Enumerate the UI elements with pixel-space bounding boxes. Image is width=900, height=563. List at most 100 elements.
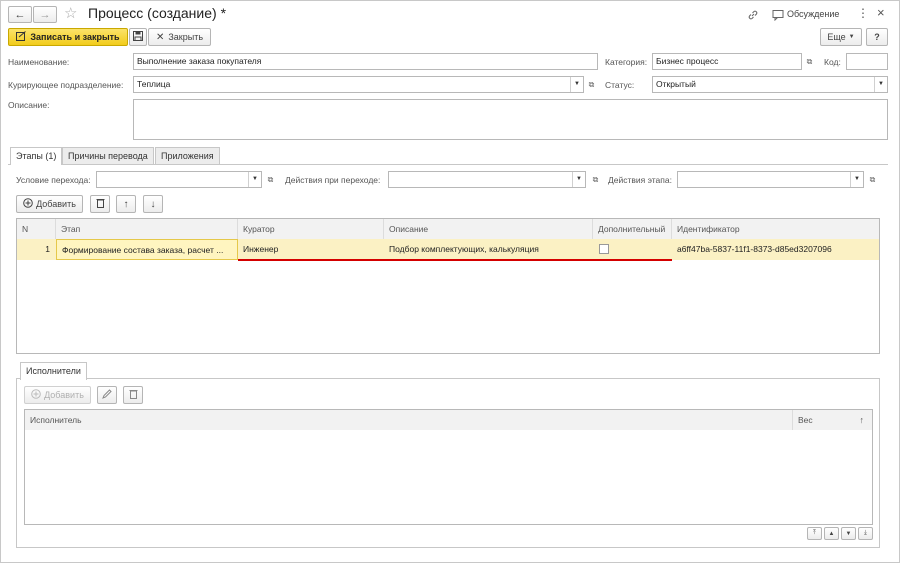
dropdown-arrow-icon: ▼ — [848, 34, 855, 40]
save-close-icon — [16, 31, 27, 43]
scroll-down-icon: ▼ — [845, 530, 852, 537]
column-header-stage[interactable]: Этап — [56, 219, 238, 239]
department-dropdown-icon[interactable]: ▼ — [570, 77, 583, 92]
more-menu-icon[interactable]: ⋮ — [857, 6, 869, 20]
add-stage-button[interactable]: Добавить — [16, 195, 83, 213]
tab-executors[interactable]: Исполнители — [20, 362, 87, 380]
status-value: Открытый — [656, 79, 696, 89]
more-actions-button[interactable]: Еще ▼ — [820, 28, 862, 46]
column-header-description[interactable]: Описание — [384, 219, 593, 239]
save-and-close-label: Записать и закрыть — [30, 32, 120, 42]
arrow-right-icon: → — [39, 8, 51, 21]
add-circle-icon — [31, 389, 41, 401]
column-header-identifier[interactable]: Идентификатор — [672, 219, 879, 239]
stages-table[interactable]: N Этап Куратор Описание Дополнительный И… — [16, 218, 880, 354]
trash-icon — [129, 389, 138, 401]
transition-actions-label: Действия при переходе: — [285, 175, 381, 185]
table-row[interactable]: 1 Формирование состава заказа, расчет ..… — [17, 239, 879, 260]
stage-actions-dropdown-icon[interactable]: ▼ — [850, 172, 863, 187]
open-category-icon[interactable]: ⧉ — [803, 54, 816, 69]
delete-stage-button[interactable] — [90, 195, 110, 213]
scroll-bottom-icon: ⤓ — [864, 530, 867, 536]
add-executor-button[interactable]: Добавить — [24, 386, 91, 404]
tab-attachments[interactable]: Приложения — [155, 147, 220, 164]
description-cell[interactable]: Подбор комплектующих, калькуляция — [384, 239, 593, 259]
status-dropdown-icon[interactable]: ▼ — [874, 77, 887, 92]
discussion-icon[interactable] — [771, 8, 785, 22]
status-field[interactable]: Открытый ▼ — [652, 76, 888, 93]
description-field[interactable] — [133, 99, 888, 140]
condition-dropdown-icon[interactable]: ▼ — [248, 172, 261, 187]
transition-actions-field[interactable]: ▼ — [388, 171, 586, 188]
department-value: Теплица — [137, 79, 171, 89]
add-stage-label: Добавить — [36, 199, 76, 209]
open-transition-actions-icon[interactable]: ⧉ — [589, 172, 602, 187]
transition-actions-dropdown-icon[interactable]: ▼ — [572, 172, 585, 187]
column-header-n[interactable]: N — [17, 219, 56, 239]
name-field[interactable]: Выполнение заказа покупателя — [133, 53, 598, 70]
close-label: Закрыть — [168, 32, 204, 42]
scroll-top-icon: ⤒ — [813, 530, 816, 536]
floppy-disk-icon — [133, 31, 143, 43]
status-label: Статус: — [605, 80, 635, 90]
department-label: Курирующее подразделение: — [8, 80, 124, 90]
save-and-close-button[interactable]: Записать и закрыть — [8, 28, 128, 46]
required-field-underline — [238, 259, 672, 261]
code-label: Код: — [824, 57, 841, 67]
column-header-executor[interactable]: Исполнитель — [25, 410, 793, 430]
stage-actions-field[interactable]: ▼ — [677, 171, 864, 188]
scroll-to-top-button[interactable]: ⤒ — [807, 527, 822, 540]
condition-label: Условие перехода: — [16, 175, 91, 185]
sort-ascending-icon[interactable]: ↑ — [860, 410, 865, 430]
help-label: ? — [874, 32, 880, 42]
open-department-icon[interactable]: ⧉ — [585, 77, 598, 92]
tab-transfer-reasons[interactable]: Причины перевода — [62, 147, 154, 164]
scroll-down-button[interactable]: ▼ — [841, 527, 856, 540]
help-button[interactable]: ? — [866, 28, 888, 46]
close-x-icon: ✕ — [155, 31, 165, 43]
row-number-cell: 1 — [45, 244, 50, 254]
save-button[interactable] — [129, 28, 147, 46]
weight-header-label: Вес — [798, 415, 813, 425]
open-condition-icon[interactable]: ⧉ — [264, 172, 277, 187]
open-stage-actions-icon[interactable]: ⧉ — [866, 172, 879, 187]
edit-executor-button[interactable] — [97, 386, 117, 404]
pencil-icon — [102, 389, 112, 401]
close-window-icon[interactable]: × — [877, 5, 885, 20]
additional-checkbox[interactable] — [599, 244, 609, 254]
column-header-weight[interactable]: Вес ↑ — [793, 410, 872, 430]
arrow-down-icon: ↓ — [150, 198, 156, 210]
scroll-up-button[interactable]: ▲ — [824, 527, 839, 540]
back-button[interactable]: ← — [8, 6, 32, 23]
close-button[interactable]: ✕ Закрыть — [148, 28, 211, 46]
scroll-up-icon: ▲ — [828, 530, 835, 537]
executors-table[interactable]: Исполнитель Вес ↑ — [24, 409, 873, 525]
forward-button[interactable]: → — [33, 6, 57, 23]
curator-cell[interactable]: Инженер — [238, 239, 384, 259]
scroll-to-bottom-button[interactable]: ⤓ — [858, 527, 873, 540]
category-label: Категория: — [605, 57, 648, 67]
code-field[interactable] — [846, 53, 888, 70]
window-title: Процесс (создание) * — [88, 5, 227, 21]
stage-actions-label: Действия этапа: — [608, 175, 672, 185]
arrow-up-icon: ↑ — [123, 198, 129, 210]
department-field[interactable]: Теплица ▼ — [133, 76, 584, 93]
add-circle-icon — [23, 198, 33, 210]
name-label: Наименование: — [8, 57, 70, 67]
stage-cell[interactable]: Формирование состава заказа, расчет ... — [56, 239, 238, 260]
discussion-link[interactable]: Обсуждение — [787, 9, 839, 19]
column-header-additional[interactable]: Дополнительный — [593, 219, 672, 239]
identifier-cell[interactable]: a6ff47ba-5837-11f1-8373-d85ed3207096 — [672, 239, 879, 259]
column-header-curator[interactable]: Куратор — [238, 219, 384, 239]
link-icon[interactable] — [746, 8, 760, 22]
description-label: Описание: — [8, 100, 50, 110]
delete-executor-button[interactable] — [123, 386, 143, 404]
move-down-button[interactable]: ↓ — [143, 195, 163, 213]
favorite-star-icon[interactable]: ☆ — [64, 4, 77, 22]
tab-stages[interactable]: Этапы (1) — [10, 147, 63, 165]
move-up-button[interactable]: ↑ — [116, 195, 136, 213]
condition-field[interactable]: ▼ — [96, 171, 262, 188]
category-field[interactable]: Бизнес процесс — [652, 53, 802, 70]
tabs-divider — [8, 164, 888, 165]
trash-icon — [96, 198, 105, 210]
